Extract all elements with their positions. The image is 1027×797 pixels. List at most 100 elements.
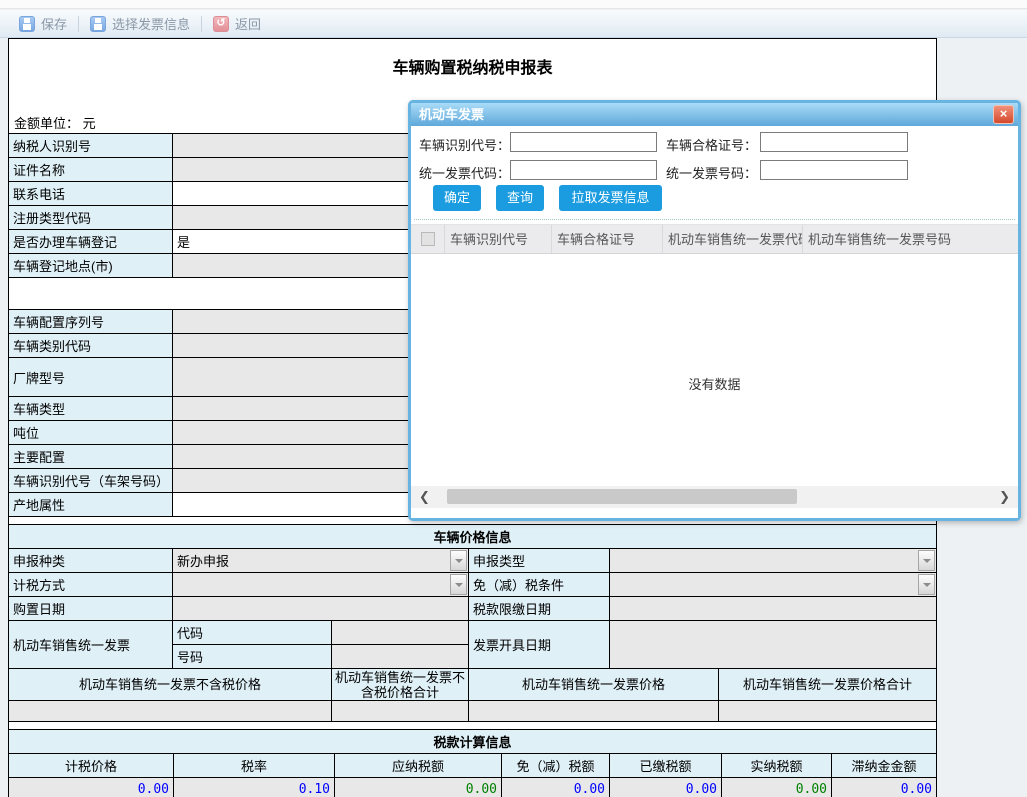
price-value [332, 701, 469, 722]
vehicle-vin-input[interactable] [510, 132, 657, 152]
field-label: 纳税人识别号 [9, 134, 173, 158]
horizontal-scrollbar[interactable]: ❮ ❯ [411, 486, 1018, 508]
dropdown-arrow-icon[interactable] [918, 574, 935, 595]
dropdown-arrow-icon[interactable] [918, 550, 935, 571]
back-button-label: 返回 [235, 14, 261, 33]
tax-value: 0.00 [335, 778, 502, 797]
tax-value: 0.00 [502, 778, 610, 797]
modal-body: 车辆识别代号： 车辆合格证号： 统一发票代码： 统一发票号码： 确定 查询 拉取… [411, 126, 1018, 518]
tax-column-header: 计税价格 [9, 754, 174, 778]
amount-unit-label: 金额单位： 元 [14, 113, 96, 132]
scroll-left-icon[interactable]: ❮ [419, 486, 430, 508]
scroll-right-icon[interactable]: ❯ [999, 486, 1010, 508]
vehicle-price-table: 车辆价格信息 申报种类 新办申报 申报类型 计税方式 免（减）税条件 购置日期 … [8, 524, 937, 722]
field-label: 车辆登记地点(市) [9, 254, 173, 278]
field-label: 证件名称 [9, 158, 173, 182]
top-strip [0, 0, 1027, 9]
toolbar: 保存 选择发票信息 ↺ 返回 [0, 10, 1027, 38]
price-value [719, 701, 937, 722]
tax-value: 0.00 [832, 778, 937, 797]
field-label: 是否办理车辆登记 [9, 230, 173, 254]
price-header: 机动车销售统一发票不含税价格 [9, 669, 332, 701]
field-label: 车辆识别代号（车架号码） [9, 469, 173, 493]
confirm-button[interactable]: 确定 [433, 185, 481, 211]
tax-section-title: 税款计算信息 [9, 730, 937, 754]
field-label: 车辆类别代码 [9, 334, 173, 358]
field-label: 代码 [173, 621, 332, 645]
grid-column-header: 机动车销售统一发票代码 [662, 225, 802, 253]
field-label: 车辆配置序列号 [9, 310, 173, 334]
grid-column-header: 机动车销售统一发票号码 [802, 225, 1018, 253]
certificate-no-input[interactable] [760, 132, 908, 152]
grid-column-header: 车辆合格证号 [551, 225, 662, 253]
price-value [469, 701, 719, 722]
back-icon: ↺ [213, 16, 229, 32]
tax-column-header: 税率 [174, 754, 335, 778]
field-label: 联系电话 [9, 182, 173, 206]
save-button[interactable]: 保存 [8, 10, 78, 37]
tax-value: 0.00 [610, 778, 722, 797]
motor-vehicle-invoice-dialog: 机动车发票 × 车辆识别代号： 车辆合格证号： 统一发票代码： 统一发票号码： … [408, 100, 1021, 521]
field-label: 购置日期 [9, 597, 173, 621]
exempt-condition-select[interactable] [610, 573, 937, 597]
purchase-date-value [173, 597, 469, 621]
field-label: 车辆类型 [9, 397, 173, 421]
declare-kind-select[interactable]: 新办申报 [173, 549, 469, 573]
grid-column-header: 车辆识别代号 [444, 225, 551, 253]
select-invoice-button-label: 选择发票信息 [112, 14, 190, 33]
field-label: 号码 [173, 645, 332, 669]
modal-title: 机动车发票 [419, 107, 484, 122]
tax-column-header: 滞纳金金额 [832, 754, 937, 778]
tax-value: 0.00 [722, 778, 832, 797]
grid-checkbox-cell [411, 225, 444, 253]
invoice-no-input[interactable] [760, 160, 908, 180]
field-label: 统一发票代码： [419, 163, 510, 182]
dropdown-arrow-icon[interactable] [450, 550, 467, 571]
select-invoice-icon [90, 16, 106, 32]
price-header: 机动车销售统一发票价格合计 [719, 669, 937, 701]
field-label: 车辆识别代号： [419, 135, 510, 154]
field-label: 厂牌型号 [9, 358, 173, 397]
pull-invoice-button[interactable]: 拉取发票信息 [559, 185, 662, 211]
tax-column-header: 已缴税额 [610, 754, 722, 778]
back-button[interactable]: ↺ 返回 [202, 10, 272, 37]
empty-data-text: 没有数据 [411, 374, 1018, 393]
field-label: 注册类型代码 [9, 206, 173, 230]
field-label: 计税方式 [9, 573, 173, 597]
field-label: 申报类型 [469, 549, 610, 573]
close-icon: × [1000, 106, 1008, 121]
tax-method-select[interactable] [173, 573, 469, 597]
invoice-number-value [332, 645, 469, 669]
tax-calc-table: 税款计算信息 计税价格 税率 应纳税额 免（减）税额 已缴税额 实纳税额 滞纳金… [8, 729, 937, 797]
declare-type-select[interactable] [610, 549, 937, 573]
field-label: 申报种类 [9, 549, 173, 573]
select-all-checkbox[interactable] [421, 232, 435, 246]
field-label: 产地属性 [9, 493, 173, 517]
field-label: 车辆合格证号： [666, 135, 757, 154]
save-icon [19, 16, 35, 32]
field-label: 机动车销售统一发票 [9, 621, 173, 669]
declare-kind-value: 新办申报 [177, 554, 229, 569]
query-button[interactable]: 查询 [496, 185, 544, 211]
field-label: 主要配置 [9, 445, 173, 469]
tax-deadline-value [610, 597, 937, 621]
invoice-date-value [610, 621, 937, 669]
scrollbar-thumb[interactable] [447, 489, 797, 504]
separator-line [414, 219, 1015, 220]
modal-titlebar[interactable]: 机动车发票 × [411, 103, 1018, 126]
invoice-code-input[interactable] [510, 160, 657, 180]
price-value [9, 701, 332, 722]
invoice-code-value [332, 621, 469, 645]
field-label: 发票开具日期 [469, 621, 610, 669]
page-title: 车辆购置税纳税申报表 [9, 54, 936, 78]
tax-column-header: 实纳税额 [722, 754, 832, 778]
field-label: 税款限缴日期 [469, 597, 610, 621]
dropdown-arrow-icon[interactable] [450, 574, 467, 595]
tax-value: 0.10 [174, 778, 335, 797]
select-invoice-button[interactable]: 选择发票信息 [79, 10, 201, 37]
price-section-title: 车辆价格信息 [9, 525, 937, 549]
price-header: 机动车销售统一发票不含税价格合计 [332, 669, 469, 701]
tax-column-header: 免（减）税额 [502, 754, 610, 778]
close-button[interactable]: × [993, 105, 1014, 124]
field-label: 统一发票号码： [666, 163, 757, 182]
